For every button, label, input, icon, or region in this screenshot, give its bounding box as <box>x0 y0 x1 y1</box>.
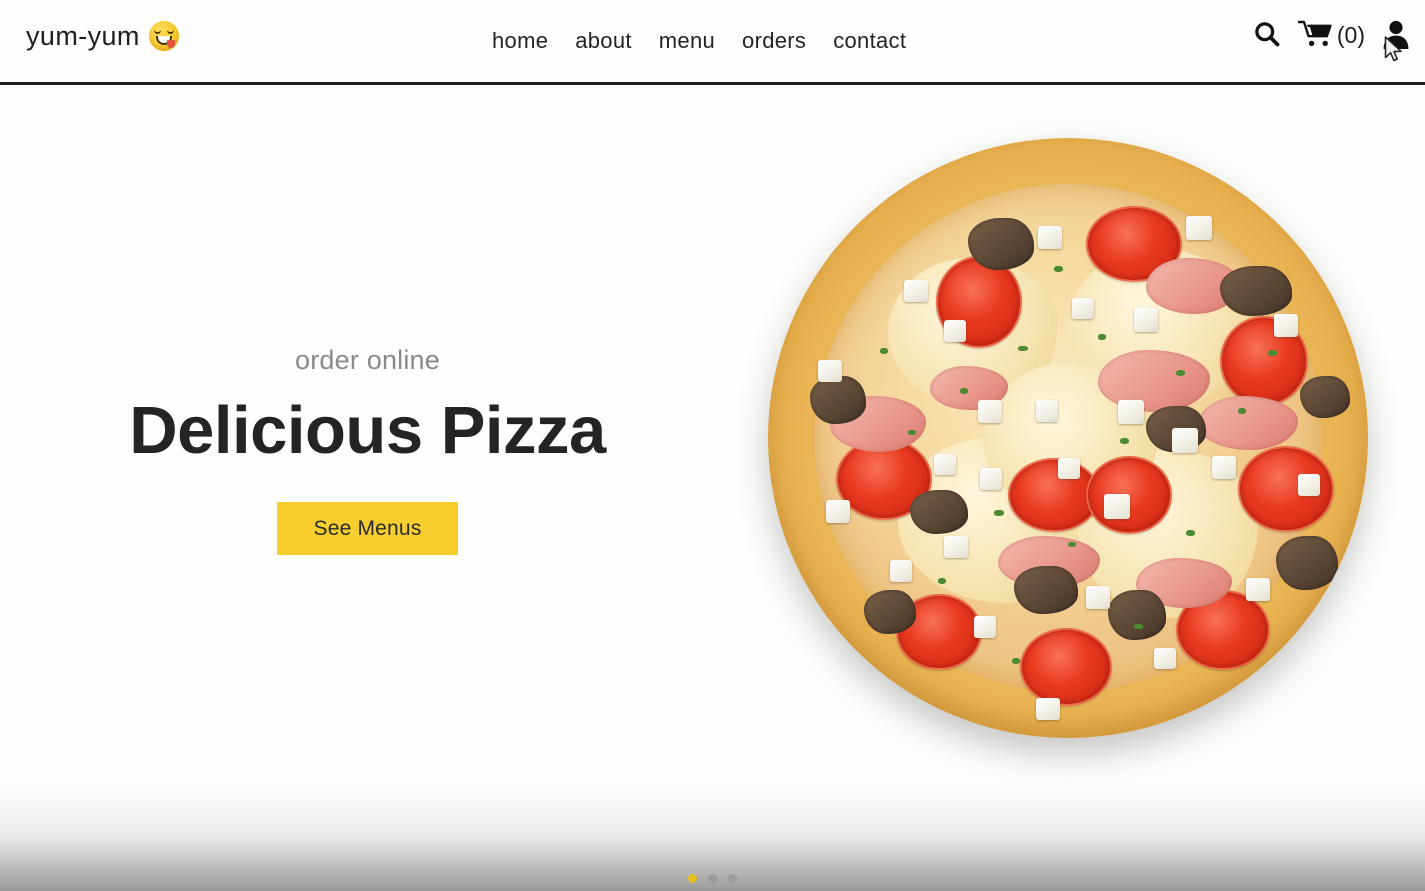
brand-logo[interactable]: yum-yum <box>26 21 179 51</box>
hero-pizza-image <box>760 130 1380 755</box>
account-button[interactable] <box>1381 18 1411 50</box>
cart-count-label: (0) <box>1336 21 1365 48</box>
see-menus-button[interactable]: See Menus <box>277 502 458 556</box>
nav-item-menu[interactable]: menu <box>659 28 715 54</box>
cart-button[interactable]: (0) <box>1297 18 1365 50</box>
nav-item-contact[interactable]: contact <box>833 28 906 54</box>
hero-kicker: order online <box>295 345 440 375</box>
carousel-dot-3[interactable] <box>728 874 737 883</box>
main-navigation: home about menu orders contact <box>492 28 906 54</box>
hero-title: Delicious Pizza <box>129 393 606 468</box>
nav-item-about[interactable]: about <box>575 28 632 54</box>
shopping-cart-icon <box>1297 20 1332 47</box>
carousel-dot-2[interactable] <box>708 874 717 883</box>
header-actions: (0) <box>1252 18 1411 50</box>
hero-copy: order online Delicious Pizza See Menus <box>65 345 670 556</box>
user-account-icon <box>1383 20 1409 49</box>
brand-name: yum-yum <box>26 20 140 51</box>
search-button[interactable] <box>1252 19 1282 49</box>
carousel-dots <box>0 874 1425 883</box>
pizza-illustration <box>768 138 1368 738</box>
hero-section: order online Delicious Pizza See Menus <box>0 85 1425 891</box>
search-icon <box>1255 22 1280 47</box>
face-savoring-food-emoji <box>148 21 179 51</box>
nav-item-orders[interactable]: orders <box>742 28 806 54</box>
nav-item-home[interactable]: home <box>492 28 548 54</box>
carousel-dot-1[interactable] <box>688 874 697 883</box>
site-header: yum-yum home about menu orders contact (… <box>0 0 1425 85</box>
